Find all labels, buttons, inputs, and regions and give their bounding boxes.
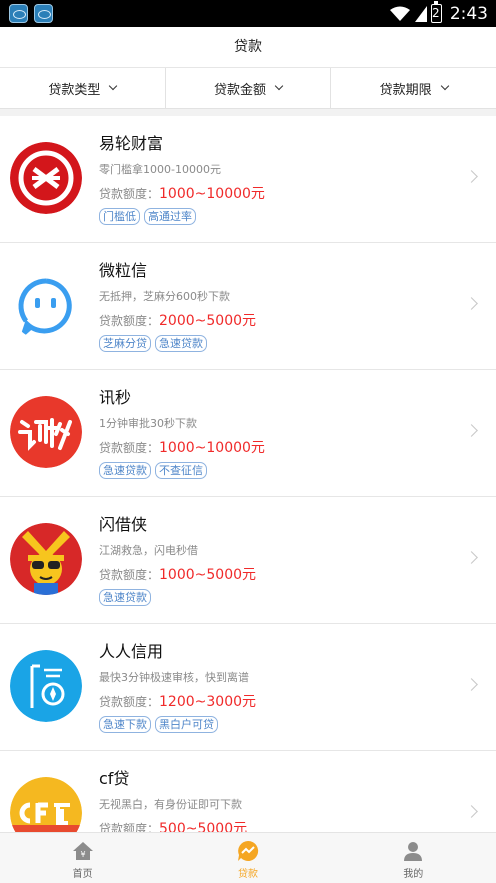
loan-icon — [237, 840, 259, 861]
loan-amount-row: 贷款额度：1000~10000元 — [99, 437, 265, 457]
tag-badge: 不查征信 — [155, 462, 207, 479]
bottom-tab-bar: ¥ 首页 贷款 我的 — [0, 832, 496, 883]
loan-desc: 无视黑白，有身份证即可下款 — [99, 798, 242, 811]
chevron-right-icon — [465, 805, 478, 818]
battery-icon: 2 — [430, 1, 442, 23]
notification-app-icon — [34, 4, 53, 23]
loan-item[interactable]: cf贷 无视黑白，有身份证即可下款 贷款额度：500~5000元 — [0, 751, 496, 832]
tag-list: 急速贷款 — [99, 589, 151, 606]
loan-amount-row: 贷款额度：1200~3000元 — [99, 691, 256, 711]
chevron-right-icon — [465, 297, 478, 310]
chevron-right-icon — [465, 170, 478, 183]
amount-label: 贷款额度： — [99, 695, 160, 709]
loan-desc: 最快3分钟极速审核，快到离谱 — [99, 671, 249, 684]
tab-label: 贷款 — [237, 869, 258, 880]
loan-item[interactable]: 讯秒 1分钟审批30秒下款 贷款额度：1000~10000元 急速贷款 不查征信 — [0, 370, 496, 497]
amount-value: 2000~5000元 — [159, 313, 257, 329]
tag-badge: 急速贷款 — [99, 589, 151, 606]
loan-amount-row: 贷款额度：1000~5000元 — [99, 564, 256, 584]
profile-icon — [404, 842, 423, 861]
tag-badge: 门槛低 — [99, 208, 140, 225]
chevron-down-icon — [109, 81, 118, 91]
shanjiexia-logo-icon — [10, 523, 82, 595]
loan-desc: 零门槛拿1000-10000元 — [99, 163, 221, 176]
loan-name: 闪借侠 — [99, 515, 148, 534]
amount-value: 500~5000元 — [159, 821, 248, 832]
status-time: 2:43 — [449, 3, 488, 24]
filter-loan-type[interactable]: 贷款类型 — [0, 68, 166, 108]
amount-value: 1000~10000元 — [159, 186, 265, 202]
tag-badge: 急速贷款 — [99, 462, 151, 479]
loan-desc: 江湖救急，闪电秒借 — [99, 544, 198, 557]
amount-label: 贷款额度： — [99, 822, 160, 832]
loan-name: 人人信用 — [99, 642, 164, 661]
status-bar: 2 2:43 — [0, 0, 496, 27]
tag-list: 芝麻分贷 急速贷款 — [99, 335, 207, 352]
amount-label: 贷款额度： — [99, 568, 160, 582]
tag-badge: 急速下款 — [99, 716, 151, 733]
home-icon: ¥ — [72, 842, 93, 860]
page-title: 贷款 — [0, 27, 496, 68]
tag-badge: 黑白户可贷 — [155, 716, 218, 733]
loan-list: 易轮财富 零门槛拿1000-10000元 贷款额度：1000~10000元 门槛… — [0, 116, 496, 832]
amount-value: 1000~10000元 — [159, 440, 265, 456]
loan-item[interactable]: 易轮财富 零门槛拿1000-10000元 贷款额度：1000~10000元 门槛… — [0, 116, 496, 243]
filter-label: 贷款金额 — [214, 82, 267, 98]
loan-amount-row: 贷款额度：1000~10000元 — [99, 183, 265, 203]
chevron-right-icon — [465, 678, 478, 691]
wifi-icon — [389, 6, 410, 21]
tag-badge: 芝麻分贷 — [99, 335, 151, 352]
amount-value: 1000~5000元 — [159, 567, 257, 583]
loan-name: 讯秒 — [99, 388, 132, 407]
chevron-down-icon — [274, 81, 284, 91]
amount-value: 1200~3000元 — [159, 694, 257, 710]
tab-loan[interactable]: 贷款 — [165, 833, 330, 883]
loan-item[interactable]: 闪借侠 江湖救急，闪电秒借 贷款额度：1000~5000元 急速贷款 — [0, 497, 496, 624]
renrenxinyong-logo-icon — [10, 650, 82, 722]
xunmiao-logo-icon — [10, 396, 82, 468]
filter-label: 贷款类型 — [48, 82, 101, 98]
signal-icon — [414, 5, 427, 22]
loan-desc: 1分钟审批30秒下款 — [99, 417, 197, 430]
amount-label: 贷款额度： — [99, 314, 160, 328]
tag-list: 门槛低 高通过率 — [99, 208, 196, 225]
amount-label: 贷款额度： — [99, 187, 160, 201]
loan-name: 微粒信 — [99, 261, 148, 280]
tag-list: 急速下款 黑白户可贷 — [99, 716, 218, 733]
filter-loan-amount[interactable]: 贷款金额 — [166, 68, 332, 108]
tag-badge: 高通过率 — [144, 208, 196, 225]
filter-bar: 贷款类型 贷款金额 贷款期限 — [0, 68, 496, 109]
tab-label: 我的 — [403, 869, 424, 880]
loan-item[interactable]: 人人信用 最快3分钟极速审核，快到离谱 贷款额度：1200~3000元 急速下款… — [0, 624, 496, 751]
filter-label: 贷款期限 — [379, 82, 432, 98]
yilun-logo-icon — [10, 142, 82, 214]
weilixin-logo-icon — [10, 269, 82, 341]
loan-name: 易轮财富 — [99, 134, 164, 153]
chevron-down-icon — [440, 81, 449, 91]
loan-amount-row: 贷款额度：500~5000元 — [99, 818, 247, 832]
loan-desc: 无抵押，芝麻分600秒下款 — [99, 290, 230, 303]
loan-item[interactable]: 微粒信 无抵押，芝麻分600秒下款 贷款额度：2000~5000元 芝麻分贷 急… — [0, 243, 496, 370]
tag-badge: 急速贷款 — [155, 335, 207, 352]
loan-amount-row: 贷款额度：2000~5000元 — [99, 310, 256, 330]
tab-profile[interactable]: 我的 — [331, 833, 496, 883]
loan-name: cf贷 — [99, 769, 130, 788]
notification-app-icon — [9, 4, 28, 23]
tab-label: 首页 — [72, 869, 93, 880]
tab-home[interactable]: ¥ 首页 — [0, 833, 165, 883]
app-screen: 2 2:43 贷款 贷款类型 贷款金额 贷款期限 易轮财富 零门槛拿1000-1… — [0, 0, 496, 883]
tag-list: 急速贷款 不查征信 — [99, 462, 207, 479]
cfdai-logo-icon — [10, 777, 82, 832]
battery-level: 2 — [431, 6, 440, 20]
chevron-right-icon — [465, 551, 478, 564]
filter-loan-term[interactable]: 贷款期限 — [331, 68, 496, 108]
svg-text:¥: ¥ — [80, 850, 85, 859]
chevron-right-icon — [465, 424, 478, 437]
amount-label: 贷款额度： — [99, 441, 160, 455]
